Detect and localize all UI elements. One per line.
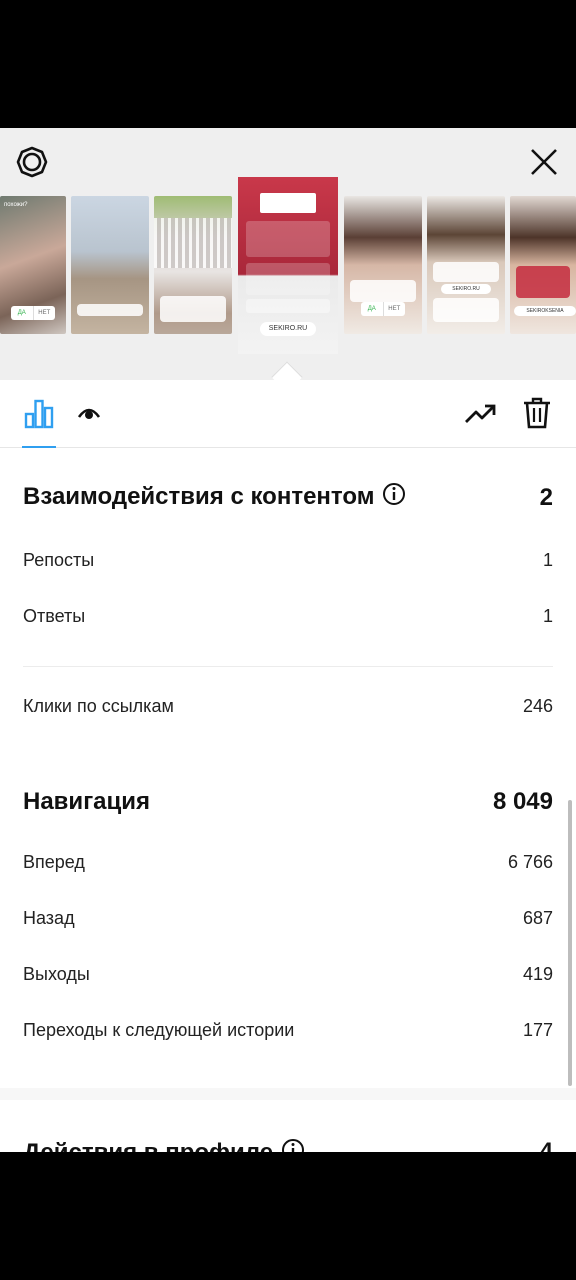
trash-icon[interactable]	[520, 396, 554, 430]
profile-actions-total: 4	[539, 1138, 553, 1152]
bottom-bar-area	[0, 1152, 576, 1280]
story-thumbnails-strip[interactable]: похожи? ДА НЕТ SEKIRO.RU ДА НЕТ SEKIRO.R…	[0, 128, 576, 380]
navigation-total: 8 049	[492, 788, 553, 815]
link-clicks-value: 246	[522, 696, 553, 716]
poll-yes: ДА	[361, 302, 384, 316]
story-text-box	[77, 304, 143, 316]
story-text-box	[246, 299, 330, 313]
story-text-box	[160, 296, 226, 322]
poll-no: НЕТ	[388, 306, 401, 312]
selection-pointer	[271, 361, 303, 380]
next-story-label: Переходы к следующей истории	[23, 1020, 295, 1040]
story-thumbnail[interactable]: похожи? ДА НЕТ	[0, 196, 66, 334]
trending-up-icon[interactable]	[464, 396, 498, 430]
poll-no: НЕТ	[38, 310, 51, 316]
poll-sticker: ДА НЕТ	[361, 302, 405, 316]
story-caption: похожи?	[4, 202, 28, 208]
content-interactions-total: 2	[539, 484, 553, 511]
replies-label: Ответы	[23, 606, 86, 626]
exits-label: Выходы	[23, 964, 90, 984]
reposts-label: Репосты	[23, 550, 95, 570]
link-sticker[interactable]: SEKIRO.RU	[441, 284, 491, 294]
story-text-box	[433, 262, 499, 282]
info-icon[interactable]	[281, 1138, 305, 1152]
poll-yes: ДА	[11, 306, 34, 320]
reposts-value: 1	[542, 550, 553, 570]
active-tab-indicator	[22, 446, 56, 448]
exits-value: 419	[522, 964, 553, 984]
story-thumbnail[interactable]: SEKIROKSENIA	[510, 196, 576, 334]
story-thumbnail[interactable]: ДА НЕТ	[344, 196, 422, 334]
gear-icon[interactable]	[14, 144, 50, 180]
forward-value: 6 766	[507, 852, 553, 872]
content-interactions-title: Взаимодействия с контентом	[23, 482, 406, 513]
link-sticker[interactable]: SEKIRO.RU	[260, 322, 316, 336]
next-story-value: 177	[522, 1020, 553, 1040]
story-header-sticker	[260, 193, 316, 213]
insights-tabs	[0, 380, 576, 448]
bar-chart-icon[interactable]	[22, 396, 56, 430]
insights-panel: Взаимодействия с контентом 2 Репосты 1 О…	[0, 380, 576, 1152]
story-text-box	[433, 298, 499, 322]
navigation-title: Навигация	[23, 788, 151, 815]
back-value: 687	[522, 908, 553, 928]
divider	[23, 666, 553, 667]
close-icon[interactable]	[526, 144, 562, 180]
back-label: Назад	[23, 908, 75, 928]
profile-actions-title: Действия в профиле	[23, 1138, 305, 1152]
story-thumbnail[interactable]	[154, 196, 232, 334]
info-icon[interactable]	[382, 482, 406, 513]
replies-value: 1	[542, 606, 553, 626]
poll-sticker: ДА НЕТ	[11, 306, 55, 320]
story-thumbnail-selected[interactable]: SEKIRO.RU	[238, 177, 338, 354]
link-sticker[interactable]: SEKIROKSENIA	[514, 306, 576, 316]
eye-icon[interactable]	[72, 396, 106, 430]
section-gap	[0, 1088, 576, 1100]
story-text-box	[246, 221, 330, 257]
profile-actions-title-text: Действия в профиле	[23, 1139, 273, 1152]
story-text-box	[516, 266, 570, 298]
forward-label: Вперед	[23, 852, 85, 872]
story-thumbnail[interactable]: SEKIRO.RU	[427, 196, 505, 334]
link-clicks-label: Клики по ссылкам	[23, 696, 174, 716]
scrollbar[interactable]	[568, 800, 572, 1086]
status-bar-area	[0, 0, 576, 128]
story-text-box	[246, 263, 330, 295]
story-thumbnail[interactable]	[71, 196, 149, 334]
content-interactions-title-text: Взаимодействия с контентом	[23, 482, 375, 510]
story-text-box	[350, 280, 416, 302]
